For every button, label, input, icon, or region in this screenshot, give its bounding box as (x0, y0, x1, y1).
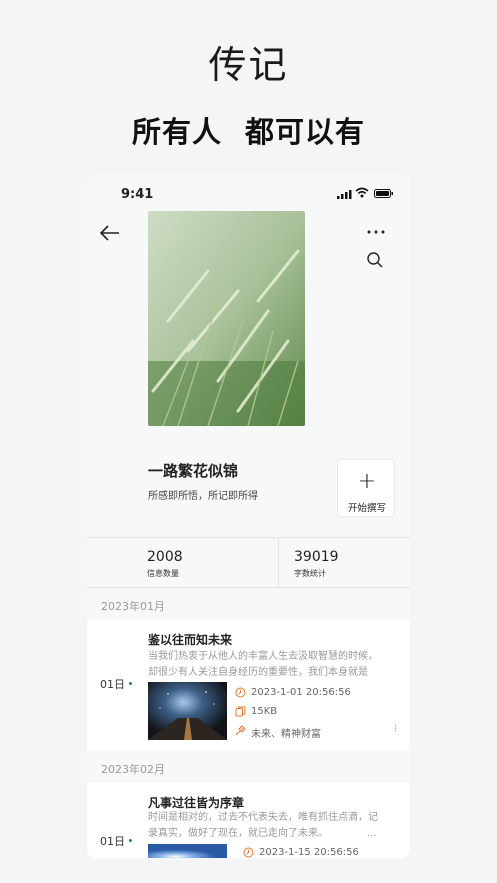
month-header: 2023年01月 (101, 600, 165, 613)
back-arrow-icon[interactable] (99, 224, 121, 242)
entry-title: 凡事过往皆为序章 (148, 796, 245, 810)
entry-datetime-text: 2023-1-01 20:56:56 (251, 687, 351, 698)
wifi-icon (355, 187, 369, 198)
entry-day: 01日 (100, 678, 125, 691)
entry-dot (129, 839, 132, 842)
entry-dot (129, 682, 132, 685)
entry-excerpt-ellipsis: ... (367, 828, 377, 839)
clock-icon (243, 847, 254, 858)
entry-title: 鉴以往而知未来 (148, 633, 233, 647)
entry-day: 01日 (100, 835, 125, 848)
phone-screen: 9:41 一路繁花似锦 所感即所悟，所记即所得 + 开始撰写 2008 信息数量… (87, 174, 410, 858)
entry-size-text: 15KB (251, 706, 278, 717)
book-title: 一路繁花似锦 (148, 462, 239, 480)
entry-image (148, 844, 227, 858)
hero-subtitle: 所有人 都可以有 (131, 115, 366, 149)
word-count-label: 字数统计 (294, 569, 326, 578)
signal-icon (337, 190, 352, 199)
entry-card[interactable]: 01日 鉴以往而知未来 当我们热衷于从他人的丰富人生去汲取智慧的时候，却很少有人… (87, 620, 410, 750)
entry-excerpt: 当我们热衷于从他人的丰富人生去汲取智慧的时候，却很少有人关注自身经历的重要性，我… (148, 651, 378, 678)
plus-icon: + (357, 469, 377, 494)
stats-divider (278, 538, 279, 587)
status-bar: 9:41 (87, 174, 410, 214)
entry-image (148, 682, 227, 740)
entry-excerpt: 时间是相对的，过去不代表失去，唯有抓住点滴，记录真实，做好了现在，就已走向了未来… (148, 812, 378, 839)
start-writing-label: 开始撰写 (347, 503, 386, 514)
start-writing-button[interactable]: + 开始撰写 (337, 459, 395, 517)
book-cover-image (148, 211, 305, 426)
book-description: 所感即所悟，所记即所得 (148, 491, 258, 502)
stats-bar: 2008 信息数量 39019 字数统计 (87, 537, 410, 588)
entry-datetime-text: 2023-1-15 20:56:56 (259, 847, 359, 858)
word-count-value: 39019 (294, 549, 339, 565)
entry-card[interactable]: 01日 凡事过往皆为序章 时间是相对的，过去不代表失去，唯有抓住点滴，记录真实，… (87, 783, 410, 858)
battery-icon (374, 189, 393, 198)
info-count-value: 2008 (147, 549, 183, 565)
month-header: 2023年02月 (101, 763, 165, 776)
status-time: 9:41 (121, 187, 154, 202)
search-icon[interactable] (366, 251, 384, 269)
entry-more-icon[interactable]: ⁝ (394, 724, 397, 735)
hero-title: 传记 (208, 43, 289, 87)
file-icon (235, 706, 246, 717)
entry-tags-text: 未来、精神财富 (251, 729, 321, 740)
more-icon[interactable] (365, 226, 387, 238)
tag-icon (235, 725, 246, 736)
info-count-label: 信息数量 (147, 569, 179, 578)
clock-icon (235, 687, 246, 698)
